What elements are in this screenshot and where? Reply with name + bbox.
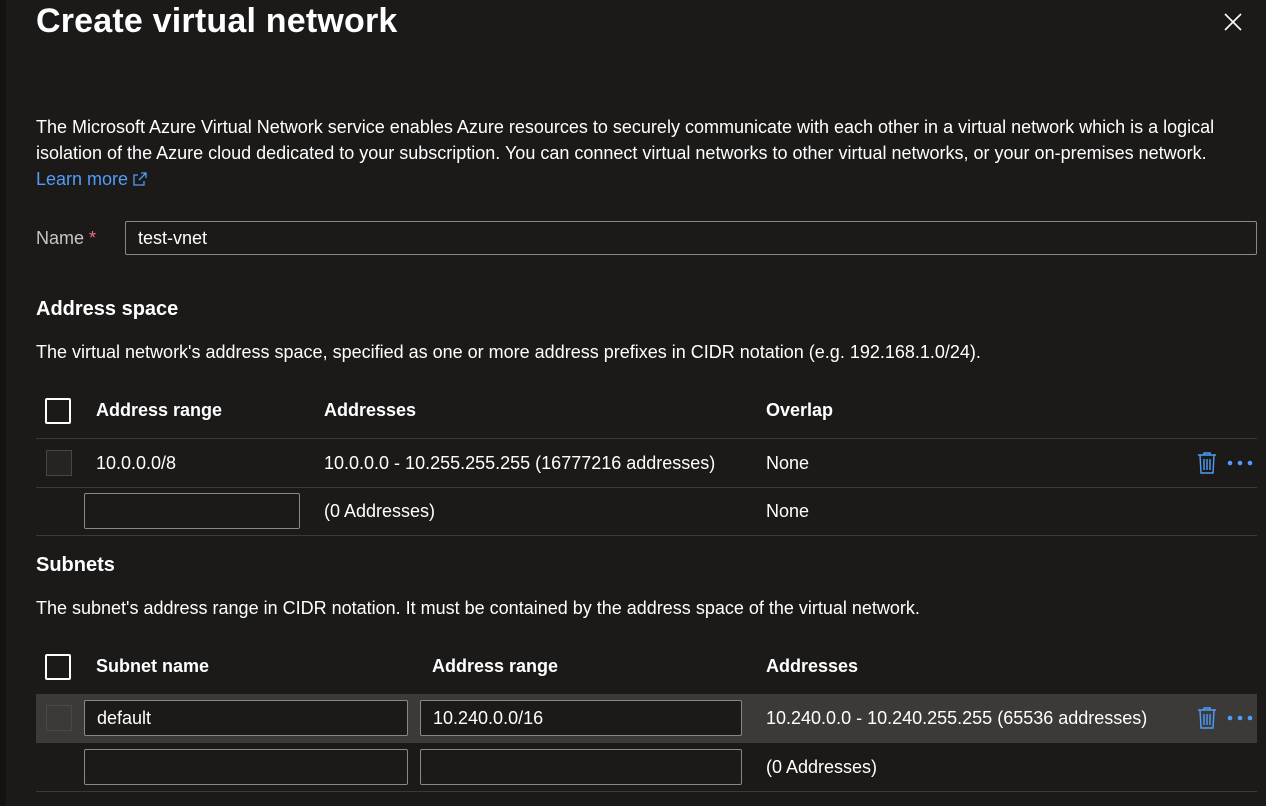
column-header-subnet-addresses: Addresses bbox=[766, 656, 859, 676]
subnets-grid-header: Subnet name Address range Addresses bbox=[36, 642, 1257, 692]
address-space-description: The virtual network's address space, spe… bbox=[36, 342, 981, 362]
new-subnet-name-input[interactable] bbox=[84, 749, 408, 785]
external-link-icon bbox=[133, 172, 147, 186]
name-label: Name * bbox=[36, 228, 96, 249]
subnets-select-all-checkbox[interactable] bbox=[45, 654, 71, 680]
subnets-heading: Subnets bbox=[36, 554, 115, 576]
name-label-text: Name bbox=[36, 228, 85, 248]
subnet-new-row: (0 Addresses) bbox=[36, 743, 1257, 792]
new-row-addresses-value: (0 Addresses) bbox=[324, 501, 436, 521]
new-row-overlap-value: None bbox=[766, 501, 810, 521]
overlap-value: None bbox=[766, 453, 810, 473]
more-options-button[interactable] bbox=[1226, 451, 1254, 475]
subnet-more-options-button[interactable] bbox=[1226, 706, 1254, 730]
address-space-select-all-checkbox[interactable] bbox=[45, 398, 71, 424]
column-header-subnet-name: Subnet name bbox=[96, 656, 210, 676]
left-edge-strip bbox=[0, 0, 6, 806]
delete-subnet-button[interactable] bbox=[1196, 706, 1218, 730]
addresses-value: 10.0.0.0 - 10.255.255.255 (16777216 addr… bbox=[324, 453, 716, 473]
column-header-overlap: Overlap bbox=[766, 400, 834, 420]
address-space-new-row: (0 Addresses) None bbox=[36, 487, 1257, 536]
address-range-value: 10.0.0.0/8 bbox=[96, 453, 177, 473]
more-icon bbox=[1227, 715, 1253, 721]
more-icon bbox=[1227, 460, 1253, 466]
subnet-name-input[interactable] bbox=[84, 700, 408, 736]
row-checkbox[interactable] bbox=[46, 450, 72, 476]
subnet-row-checkbox[interactable] bbox=[46, 705, 72, 731]
address-space-row: 10.0.0.0/8 10.0.0.0 - 10.255.255.255 (16… bbox=[36, 438, 1257, 488]
close-button[interactable] bbox=[1221, 10, 1245, 34]
column-header-addresses: Addresses bbox=[324, 400, 417, 420]
new-subnet-address-range-input[interactable] bbox=[420, 749, 742, 785]
trash-icon bbox=[1198, 707, 1216, 729]
trash-icon bbox=[1198, 452, 1216, 474]
intro-text: The Microsoft Azure Virtual Network serv… bbox=[36, 117, 1215, 163]
column-header-subnet-address-range: Address range bbox=[432, 656, 559, 676]
learn-more-label: Learn more bbox=[36, 169, 129, 189]
address-space-heading: Address space bbox=[36, 298, 179, 320]
new-subnet-addresses-value: (0 Addresses) bbox=[766, 757, 878, 777]
required-indicator: * bbox=[89, 228, 97, 248]
subnets-description: The subnet's address range in CIDR notat… bbox=[36, 598, 920, 618]
column-header-address-range: Address range bbox=[96, 400, 223, 420]
close-icon bbox=[1224, 13, 1242, 31]
learn-more-link[interactable]: Learn more bbox=[36, 169, 148, 189]
address-space-grid-header: Address range Addresses Overlap bbox=[36, 386, 1257, 436]
name-input[interactable] bbox=[125, 221, 1257, 255]
subnet-addresses-value: 10.240.0.0 - 10.240.255.255 (65536 addre… bbox=[766, 708, 1148, 728]
delete-address-range-button[interactable] bbox=[1196, 451, 1218, 475]
subnet-address-range-input[interactable] bbox=[420, 700, 742, 736]
subnet-row: 10.240.0.0 - 10.240.255.255 (65536 addre… bbox=[36, 694, 1257, 743]
page-title: Create virtual network bbox=[36, 2, 398, 40]
new-address-range-input[interactable] bbox=[84, 493, 300, 529]
intro-paragraph: The Microsoft Azure Virtual Network serv… bbox=[36, 114, 1251, 192]
